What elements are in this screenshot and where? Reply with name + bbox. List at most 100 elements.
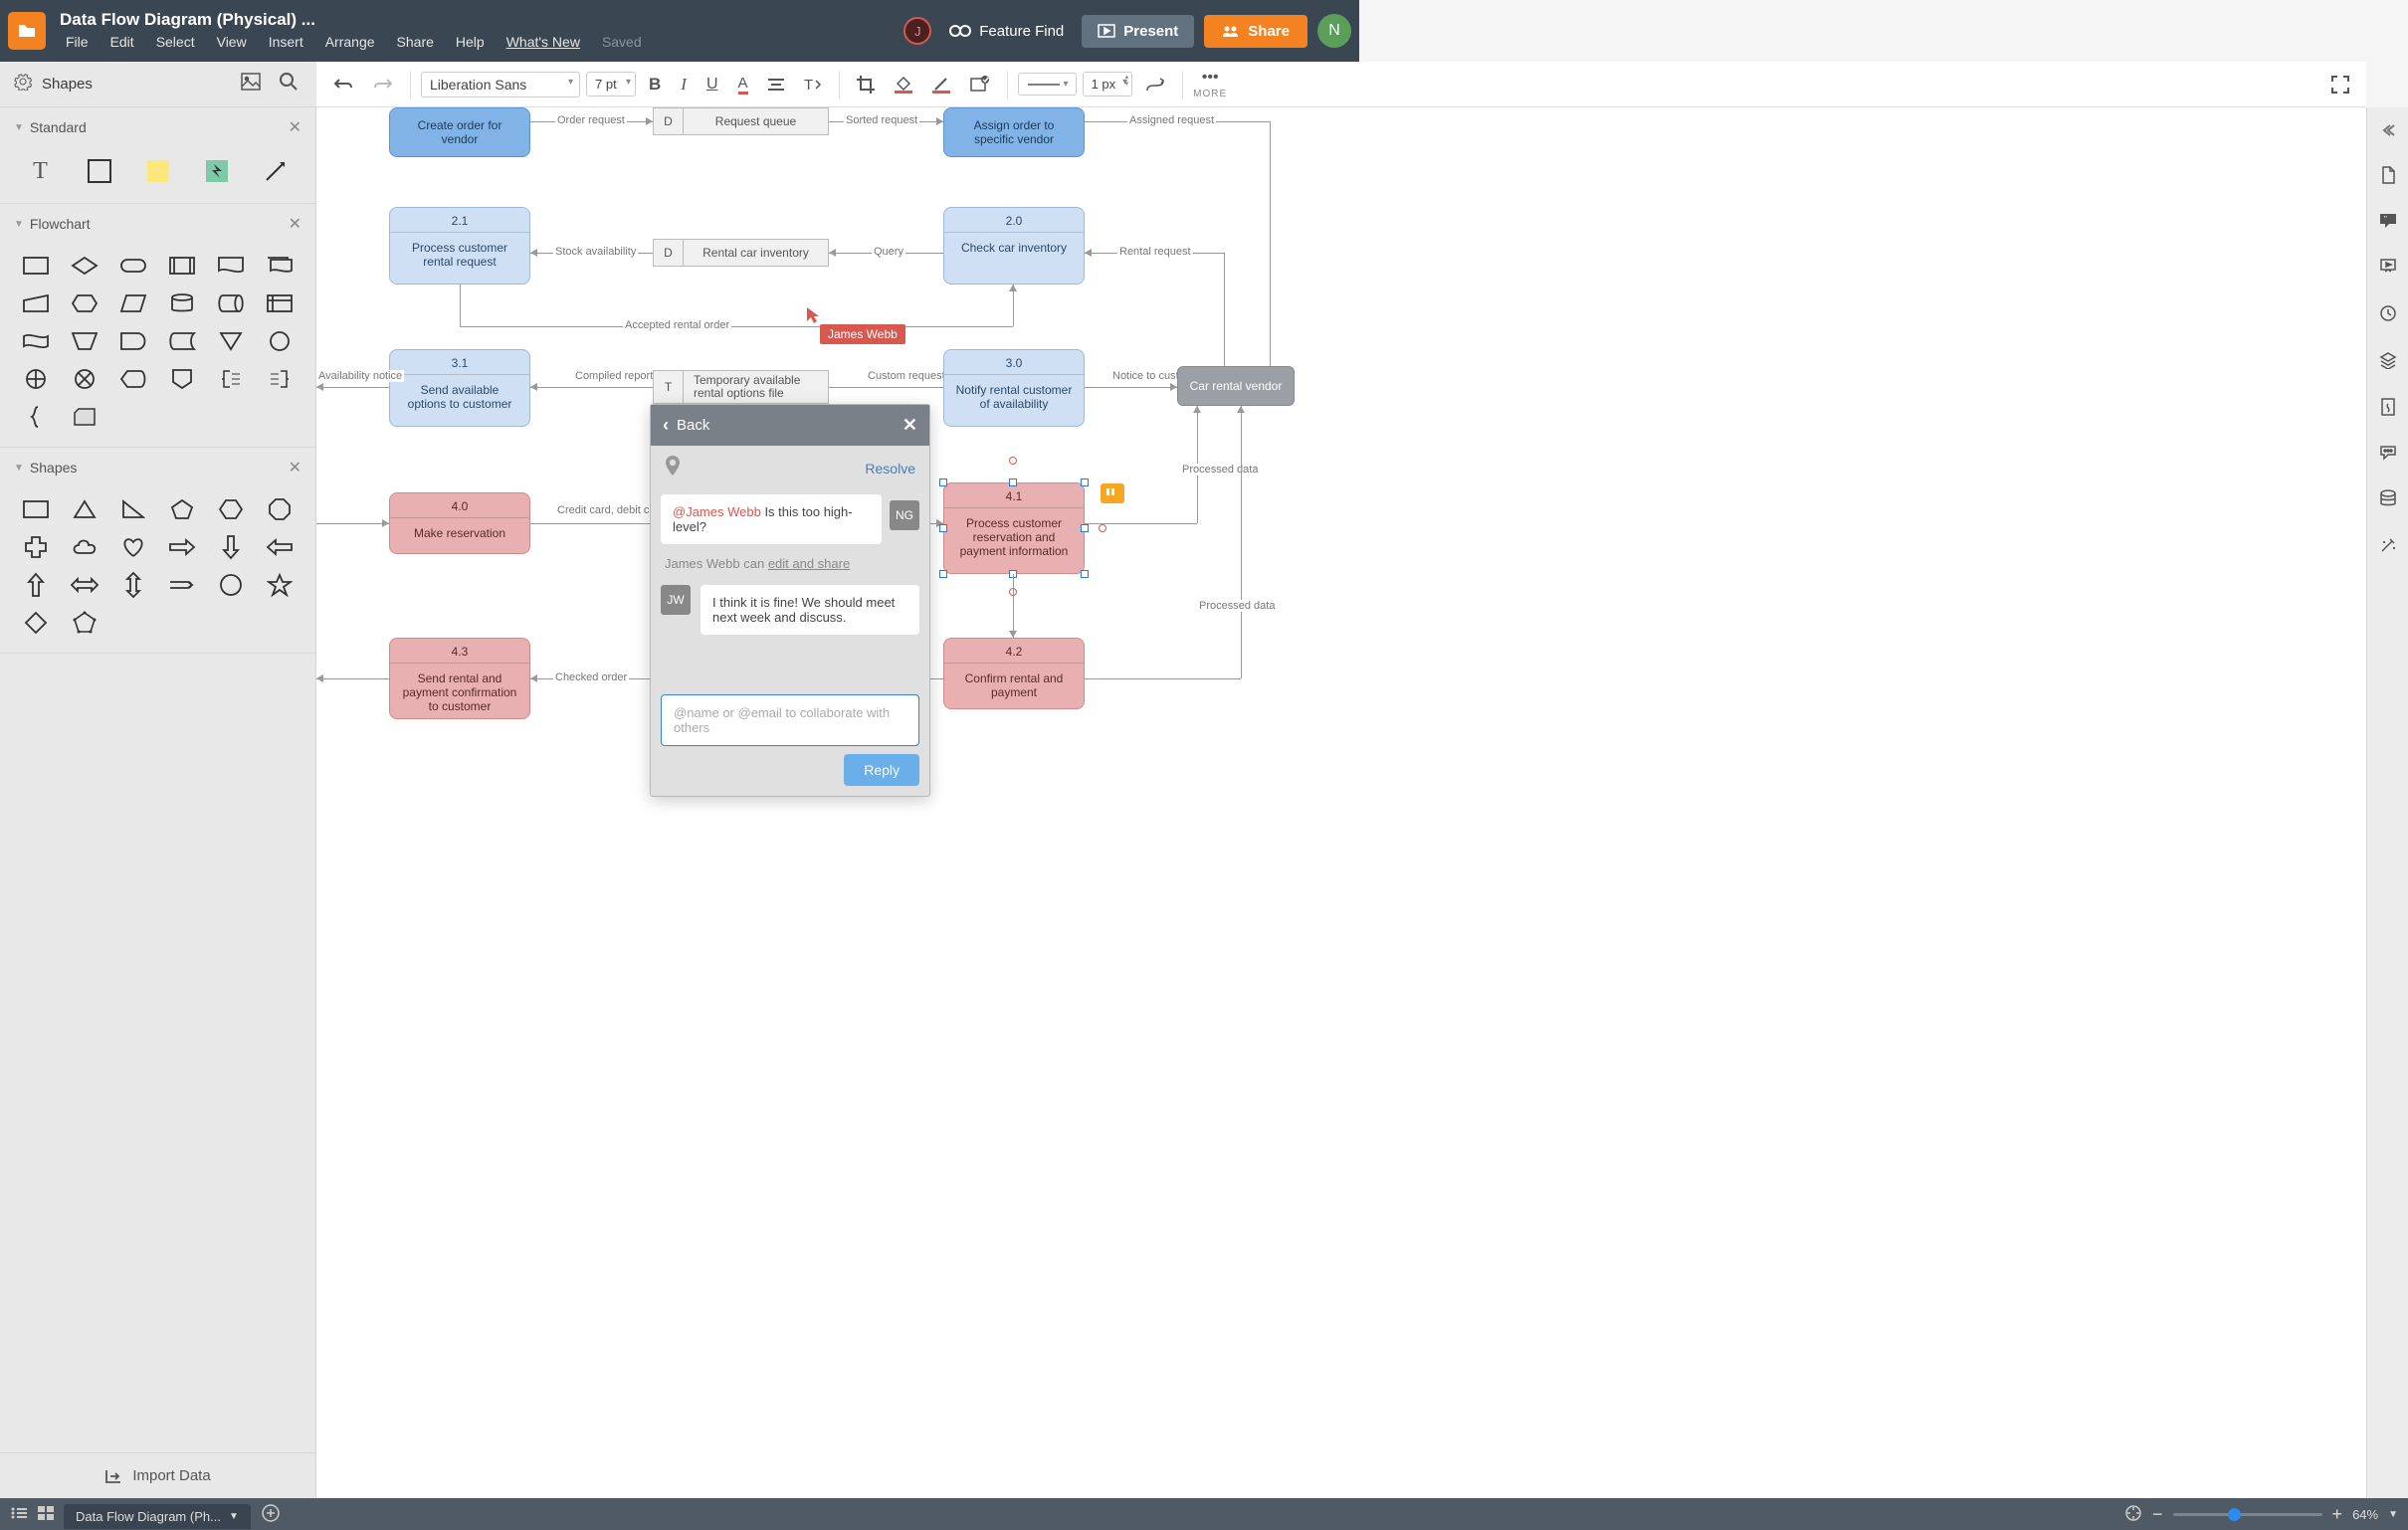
fc-internal-storage[interactable] bbox=[259, 287, 301, 319]
rotation-handle[interactable] bbox=[1099, 524, 1106, 532]
crop-button[interactable] bbox=[850, 71, 882, 98]
fc-or[interactable] bbox=[14, 363, 57, 395]
underline-button[interactable]: U bbox=[700, 71, 725, 98]
fc-decision[interactable] bbox=[63, 250, 105, 282]
comments-dock-icon[interactable]: " bbox=[2375, 209, 2401, 238]
menu-view[interactable]: View bbox=[207, 32, 257, 52]
node-4-1[interactable]: 4.1 Process customer reservation and pay… bbox=[943, 482, 1085, 574]
fc-preparation[interactable] bbox=[63, 287, 105, 319]
resize-handle[interactable] bbox=[939, 524, 947, 532]
comment-input[interactable]: @name or @email to collaborate with othe… bbox=[661, 694, 919, 746]
zoom-slider[interactable] bbox=[2173, 1513, 2322, 1516]
resize-handle[interactable] bbox=[1081, 478, 1089, 486]
fc-note-right[interactable] bbox=[210, 363, 253, 395]
present-button[interactable]: Present bbox=[1082, 15, 1194, 48]
close-icon[interactable]: ✕ bbox=[289, 214, 301, 234]
datastore-request-queue[interactable]: D Request queue bbox=[653, 107, 829, 135]
sh-arrow-up[interactable] bbox=[14, 569, 57, 601]
collaborator-avatar-j[interactable]: J bbox=[903, 17, 931, 45]
resize-handle[interactable] bbox=[1081, 570, 1089, 578]
hotspot-shape[interactable] bbox=[190, 153, 243, 189]
sh-octagon[interactable] bbox=[259, 493, 301, 525]
node-2-1[interactable]: 2.1 Process customer rental request bbox=[389, 207, 530, 285]
history-icon[interactable] bbox=[2375, 300, 2401, 331]
fc-document[interactable] bbox=[210, 250, 253, 282]
fc-stored-data[interactable] bbox=[161, 325, 204, 357]
menu-whats-new[interactable]: What's New bbox=[497, 32, 590, 52]
menu-insert[interactable]: Insert bbox=[259, 32, 313, 52]
menu-help[interactable]: Help bbox=[446, 32, 495, 52]
font-select[interactable]: Liberation Sans bbox=[421, 72, 580, 97]
grid-icon[interactable] bbox=[38, 1506, 54, 1523]
zoom-out-button[interactable]: − bbox=[2152, 1504, 2163, 1525]
page-icon[interactable] bbox=[2376, 162, 2400, 193]
fc-off-page[interactable] bbox=[161, 363, 204, 395]
fc-note-left[interactable] bbox=[259, 363, 301, 395]
sh-circle[interactable] bbox=[210, 569, 253, 601]
italic-button[interactable]: I bbox=[674, 70, 694, 99]
bold-button[interactable]: B bbox=[642, 70, 668, 99]
rotation-handle[interactable] bbox=[1009, 457, 1017, 465]
sh-arrow-lr[interactable] bbox=[63, 569, 105, 601]
sh-arrow-ud[interactable] bbox=[111, 569, 154, 601]
gear-icon[interactable] bbox=[14, 73, 32, 96]
theme-icon[interactable] bbox=[2376, 394, 2400, 425]
shape-options-button[interactable] bbox=[963, 71, 997, 98]
undo-button[interactable] bbox=[326, 72, 360, 97]
sh-arrow-down[interactable] bbox=[210, 531, 253, 563]
import-data-button[interactable]: Import Data bbox=[0, 1452, 315, 1498]
chevron-down-icon[interactable]: ▼ bbox=[2388, 1509, 2398, 1520]
section-shapes-head[interactable]: ▼ Shapes ✕ bbox=[0, 448, 315, 487]
reply-button[interactable]: Reply bbox=[844, 754, 919, 786]
node-3-1[interactable]: 3.1 Send available options to customer bbox=[389, 349, 530, 427]
menu-share[interactable]: Share bbox=[387, 32, 444, 52]
outline-icon[interactable] bbox=[10, 1506, 28, 1523]
font-size-select[interactable]: 7 pt bbox=[586, 72, 636, 96]
fc-brace[interactable] bbox=[14, 401, 57, 433]
menu-edit[interactable]: Edit bbox=[100, 32, 144, 52]
fc-predefined[interactable] bbox=[161, 250, 204, 282]
fc-display[interactable] bbox=[111, 363, 154, 395]
back-icon[interactable]: ‹ bbox=[663, 415, 669, 436]
sh-rounded-arrow[interactable] bbox=[161, 569, 204, 601]
line-width-select[interactable]: 1 px▴▾ bbox=[1083, 72, 1133, 96]
close-icon[interactable]: ✕ bbox=[903, 415, 917, 436]
fc-multidoc[interactable] bbox=[259, 250, 301, 282]
node-vendor[interactable]: Car rental vendor bbox=[1177, 366, 1295, 406]
node-4-0[interactable]: 4.0 Make reservation bbox=[389, 492, 530, 554]
block-shape[interactable] bbox=[73, 153, 125, 189]
node-4-2[interactable]: 4.2 Confirm rental and payment bbox=[943, 638, 1085, 709]
sh-arrow-right[interactable] bbox=[161, 531, 204, 563]
datastore-inventory[interactable]: D Rental car inventory bbox=[653, 239, 829, 267]
fc-summing[interactable] bbox=[63, 363, 105, 395]
resize-handle[interactable] bbox=[1081, 524, 1089, 532]
fc-card[interactable] bbox=[63, 401, 105, 433]
sh-pentagon[interactable] bbox=[161, 493, 204, 525]
add-page-icon[interactable] bbox=[261, 1503, 281, 1526]
zoom-value[interactable]: 64% bbox=[2352, 1507, 2378, 1522]
align-button[interactable] bbox=[761, 73, 791, 96]
fc-database[interactable] bbox=[161, 287, 204, 319]
page-tab[interactable]: Data Flow Diagram (Ph... ▼ bbox=[64, 1504, 251, 1529]
close-icon[interactable]: ✕ bbox=[289, 117, 301, 137]
section-flowchart-head[interactable]: ▼ Flowchart ✕ bbox=[0, 204, 315, 244]
resize-handle[interactable] bbox=[939, 478, 947, 486]
datastore-temp-file[interactable]: T Temporary available rental options fil… bbox=[653, 370, 829, 404]
redo-button[interactable] bbox=[366, 72, 400, 97]
node-3-0[interactable]: 3.0 Notify rental customer of availabili… bbox=[943, 349, 1085, 427]
note-shape[interactable] bbox=[131, 153, 184, 189]
chat-icon[interactable] bbox=[2375, 441, 2401, 470]
back-label[interactable]: Back bbox=[677, 417, 709, 434]
pin-icon[interactable] bbox=[665, 456, 681, 480]
close-icon[interactable]: ✕ bbox=[289, 458, 301, 478]
diagram-canvas[interactable]: Create order for vendor Order request D … bbox=[316, 107, 2366, 1498]
app-logo-icon[interactable] bbox=[8, 12, 46, 50]
edit-share-link[interactable]: edit and share bbox=[768, 556, 850, 571]
layers-icon[interactable] bbox=[2375, 347, 2401, 378]
fc-process[interactable] bbox=[14, 250, 57, 282]
share-button[interactable]: Share bbox=[1204, 15, 1307, 48]
fullscreen-button[interactable] bbox=[2324, 71, 2356, 98]
menu-file[interactable]: File bbox=[56, 32, 99, 52]
fc-paper-tape[interactable] bbox=[14, 325, 57, 357]
sh-right-triangle[interactable] bbox=[111, 493, 154, 525]
